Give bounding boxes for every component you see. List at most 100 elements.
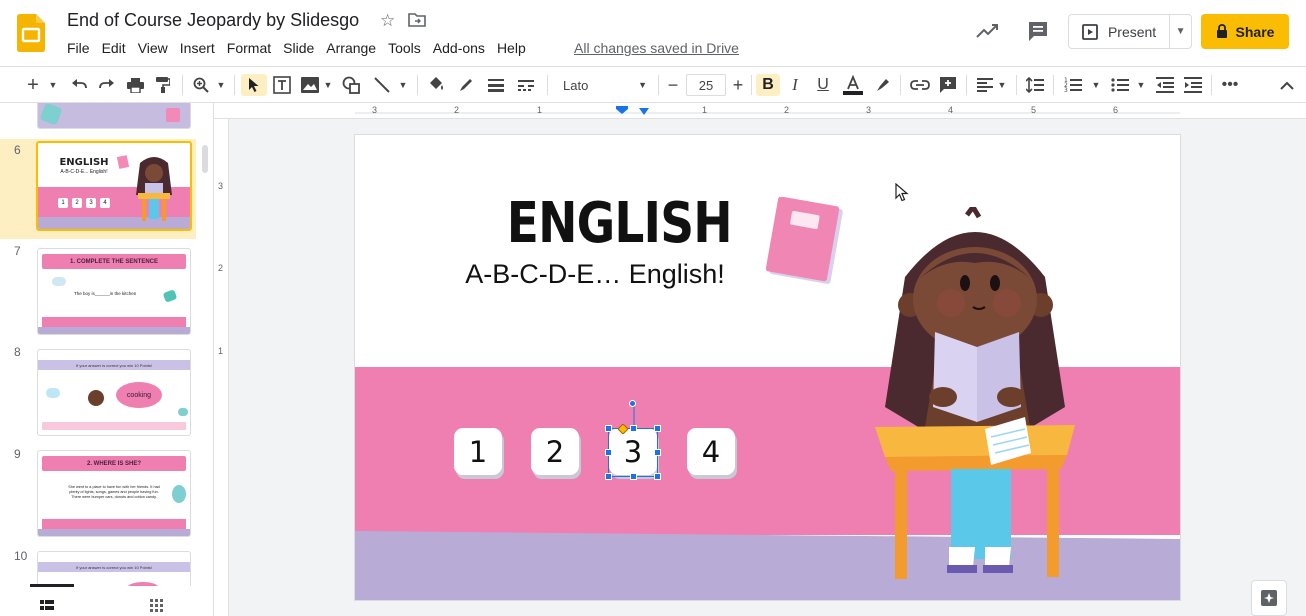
share-button[interactable]: Share	[1201, 14, 1289, 49]
border-dash-icon[interactable]	[516, 74, 536, 96]
menu-add-ons[interactable]: Add-ons	[427, 38, 491, 58]
answer-button-2[interactable]: 2	[531, 428, 579, 475]
filmstrip-scrollbar[interactable]	[202, 145, 208, 173]
image-caret-icon[interactable]: ▼	[322, 74, 334, 96]
decrease-indent-icon[interactable]	[1155, 74, 1175, 96]
text-box-icon[interactable]	[272, 74, 292, 96]
slide-thumbnail-8[interactable]: If your answer is correct you win 10 Poi…	[37, 349, 191, 436]
menu-view[interactable]: View	[132, 38, 174, 58]
resize-handle-right[interactable]	[654, 449, 661, 456]
border-color-icon[interactable]	[456, 74, 476, 96]
shape-adjust-handle[interactable]	[618, 424, 628, 434]
line-spacing-icon[interactable]	[1025, 74, 1045, 96]
highlight-color-icon[interactable]	[873, 74, 893, 96]
menu-insert[interactable]: Insert	[174, 38, 221, 58]
save-status-link[interactable]: All changes saved in Drive	[574, 40, 739, 56]
menu-file[interactable]: File	[61, 38, 96, 58]
image-icon[interactable]	[300, 74, 320, 96]
resize-handle-bottom-right[interactable]	[654, 473, 661, 480]
selection-bounding-box[interactable]	[608, 428, 658, 477]
more-options-icon[interactable]: •••	[1220, 74, 1240, 96]
resize-handle-top[interactable]	[630, 425, 637, 432]
bold-icon[interactable]: B	[756, 74, 780, 96]
shape-icon[interactable]	[341, 74, 361, 96]
print-icon[interactable]	[126, 74, 144, 96]
fill-color-icon[interactable]	[426, 74, 446, 96]
font-family-select[interactable]: Lato ▼	[557, 74, 653, 96]
document-title[interactable]: End of Course Jeopardy by Slidesgo	[67, 10, 359, 31]
zoom-caret-icon[interactable]: ▼	[215, 74, 227, 96]
menu-help[interactable]: Help	[491, 38, 532, 58]
bulleted-list-icon[interactable]	[1110, 74, 1130, 96]
insert-link-icon[interactable]	[909, 74, 931, 96]
menu-format[interactable]: Format	[221, 38, 277, 58]
line-caret-icon[interactable]: ▼	[397, 74, 409, 96]
redo-icon[interactable]	[98, 74, 116, 96]
new-slide-layout-caret-icon[interactable]: ▼	[47, 74, 59, 96]
star-icon[interactable]: ☆	[380, 11, 395, 31]
slides-logo-icon[interactable]	[17, 14, 45, 52]
zoom-icon[interactable]	[192, 74, 210, 96]
resize-handle-bottom[interactable]	[630, 473, 637, 480]
thumb-speech-bubble: cooking	[116, 382, 162, 408]
resize-handle-left[interactable]	[605, 449, 612, 456]
horizontal-ruler[interactable]: 3 2 1 1 2 3 4 5 6	[214, 103, 1306, 119]
slide-thumbnail-6[interactable]: ENGLISH A-B-C-D-E... English! 1 2 3 4	[36, 141, 192, 231]
present-icon	[1082, 23, 1098, 40]
add-comment-icon[interactable]	[938, 74, 958, 96]
lock-icon	[1216, 24, 1227, 38]
filmstrip-view-icon[interactable]	[40, 600, 54, 610]
answer-button-1[interactable]: 1	[454, 428, 502, 475]
present-dropdown-button[interactable]: ▼	[1170, 15, 1191, 48]
answer-button-4[interactable]: 4	[687, 428, 735, 475]
toolbar-separator	[417, 75, 418, 95]
mouse-cursor-icon	[895, 183, 909, 202]
numbered-list-icon[interactable]: 123	[1063, 74, 1083, 96]
resize-handle-bottom-left[interactable]	[605, 473, 612, 480]
menu-arrange[interactable]: Arrange	[320, 38, 382, 58]
increase-indent-icon[interactable]	[1183, 74, 1203, 96]
undo-icon[interactable]	[70, 74, 88, 96]
align-caret-icon[interactable]: ▼	[996, 74, 1008, 96]
paint-format-icon[interactable]	[154, 74, 172, 96]
vertical-ruler[interactable]: 3 2 1	[214, 119, 229, 616]
line-icon[interactable]	[372, 74, 392, 96]
slide-subtitle[interactable]: A-B-C-D-E… English!	[445, 259, 745, 290]
bulleted-list-caret-icon[interactable]: ▼	[1135, 74, 1147, 96]
move-to-folder-icon[interactable]	[408, 12, 426, 28]
italic-icon[interactable]: I	[786, 74, 804, 96]
comment-history-icon[interactable]	[1027, 20, 1049, 42]
text-color-icon[interactable]	[842, 74, 864, 96]
filmstrip-panel: 6 ENGLISH A-B-C-D-E... English! 1 2 3 4	[0, 103, 214, 616]
resize-handle-top-right[interactable]	[654, 425, 661, 432]
rotate-handle[interactable]	[629, 400, 636, 407]
resize-handle-top-left[interactable]	[605, 425, 612, 432]
select-tool-icon[interactable]	[241, 74, 267, 96]
menu-slide[interactable]: Slide	[277, 38, 320, 58]
ruler-label: 4	[948, 105, 954, 115]
activity-dashboard-icon[interactable]	[976, 22, 1000, 40]
new-slide-icon[interactable]: +	[25, 74, 41, 96]
menu-tools[interactable]: Tools	[382, 38, 427, 58]
collapse-menus-icon[interactable]	[1277, 74, 1297, 96]
slide-thumbnail-9[interactable]: 2. WHERE IS SHE? She went to a place to …	[37, 450, 191, 537]
increase-font-size-icon[interactable]: +	[729, 74, 747, 96]
decrease-font-size-icon[interactable]: −	[664, 74, 682, 96]
slide-thumbnail-5[interactable]	[37, 103, 191, 129]
slide-title[interactable]: ENGLISH	[507, 191, 733, 256]
explore-button[interactable]	[1251, 580, 1287, 616]
toolbar-separator	[658, 75, 659, 95]
menu-edit[interactable]: Edit	[96, 38, 132, 58]
font-size-input[interactable]: 25	[686, 74, 726, 96]
align-icon[interactable]	[975, 74, 995, 96]
ruler-label: 1	[702, 105, 708, 115]
numbered-list-caret-icon[interactable]: ▼	[1090, 74, 1102, 96]
first-line-indent-marker-icon[interactable]	[616, 106, 628, 114]
border-weight-icon[interactable]	[486, 74, 506, 96]
grid-view-icon[interactable]	[150, 599, 163, 612]
slide-thumbnail-7[interactable]: 1. COMPLETE THE SENTENCE The boy is_____…	[37, 248, 191, 335]
underline-icon[interactable]: U	[814, 74, 832, 96]
slide-6[interactable]: ENGLISH A-B-C-D-E… English! 1 2 3 4	[355, 135, 1180, 600]
present-button[interactable]: Present	[1069, 15, 1171, 48]
left-indent-marker-icon[interactable]	[639, 108, 649, 115]
